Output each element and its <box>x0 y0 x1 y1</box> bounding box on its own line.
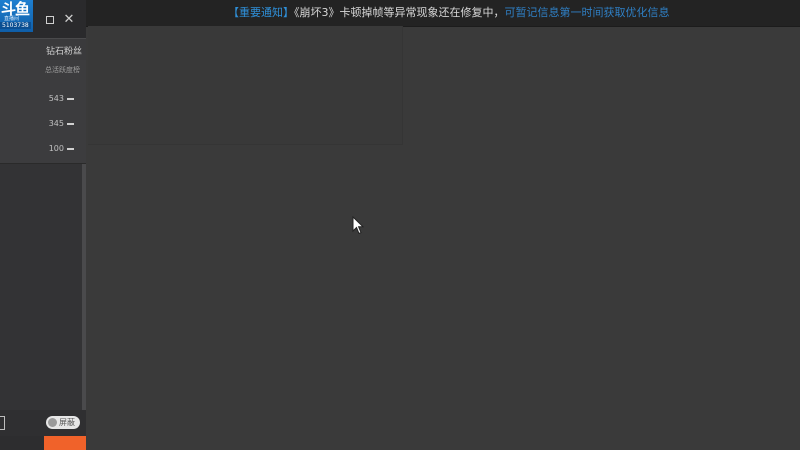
notice-link[interactable]: 可暂记信息第一时间获取优化信息 <box>505 6 670 19</box>
rank-subtitle: 总活跃度榜 <box>45 66 80 74</box>
rank-value: 100 <box>48 144 64 153</box>
rank-bar <box>67 147 74 150</box>
left-sidebar: 斗鱼 直播间 5103738 ✕ 钻石粉丝 总活跃度榜 543 345 100 … <box>0 0 86 450</box>
rank-row: 100 <box>49 144 74 154</box>
send-button[interactable] <box>44 436 86 450</box>
notice-tag: 【重要通知】 <box>228 6 294 19</box>
sidebar-header: 斗鱼 直播间 5103738 ✕ <box>0 0 86 38</box>
fans-title: 钻石粉丝 <box>45 47 82 57</box>
sidebar-footer: 屏蔽 <box>0 410 86 436</box>
mouse-pointer-icon <box>352 216 364 235</box>
rank-value: 543 <box>48 94 64 103</box>
notification-bar: 【重要通知】《崩坏3》卡顿掉帧等异常现象还在修复中，可暂记信息第一时间获取优化信… <box>86 0 800 27</box>
close-icon[interactable]: ✕ <box>63 13 75 26</box>
logo-subtitle: 直播间 <box>4 16 20 22</box>
rank-row: 543 <box>49 94 74 104</box>
fans-tab[interactable]: 钻石粉丝 <box>0 38 86 62</box>
chat-area <box>0 164 82 410</box>
app-logo: 斗鱼 直播间 5103738 <box>0 0 33 32</box>
overlay-panel <box>88 26 403 145</box>
filter-checkbox[interactable] <box>0 416 5 430</box>
rank-bar <box>67 122 74 125</box>
room-id: 5103738 <box>0 22 31 29</box>
rank-value: 345 <box>48 119 64 128</box>
notice-main: 《崩坏3》卡顿掉帧等异常现象还在修复中， <box>294 6 505 19</box>
notice-text[interactable]: 【重要通知】《崩坏3》卡顿掉帧等异常现象还在修复中，可暂记信息第一时间获取优化信… <box>228 5 670 21</box>
toggle-label: 屏蔽 <box>59 418 75 427</box>
sidebar-scrollbar[interactable] <box>82 164 86 410</box>
rank-panel: 总活跃度榜 543 345 100 <box>0 60 86 164</box>
restore-icon[interactable] <box>44 14 56 26</box>
rank-bar <box>67 97 74 100</box>
toggle-knob <box>48 418 57 427</box>
block-toggle[interactable]: 屏蔽 <box>46 416 80 429</box>
rank-row: 345 <box>49 119 74 129</box>
